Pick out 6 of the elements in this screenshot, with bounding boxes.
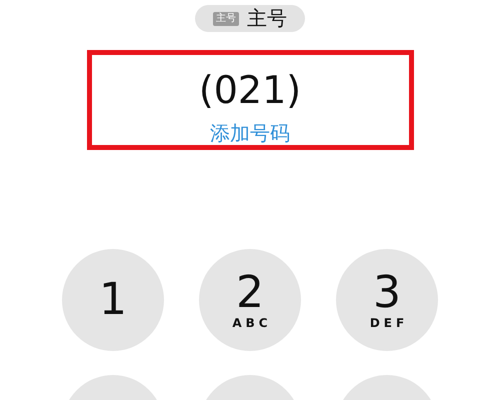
keypad-key[interactable]: 2 ABC xyxy=(199,249,301,351)
line-selector[interactable]: 主号 主号 xyxy=(195,5,305,32)
sim-tag: 主号 xyxy=(213,12,239,26)
dialed-number: (021) xyxy=(198,67,302,113)
keypad-key[interactable]: 3 DEF xyxy=(336,249,438,351)
keypad-key[interactable]: 1 xyxy=(62,249,164,351)
